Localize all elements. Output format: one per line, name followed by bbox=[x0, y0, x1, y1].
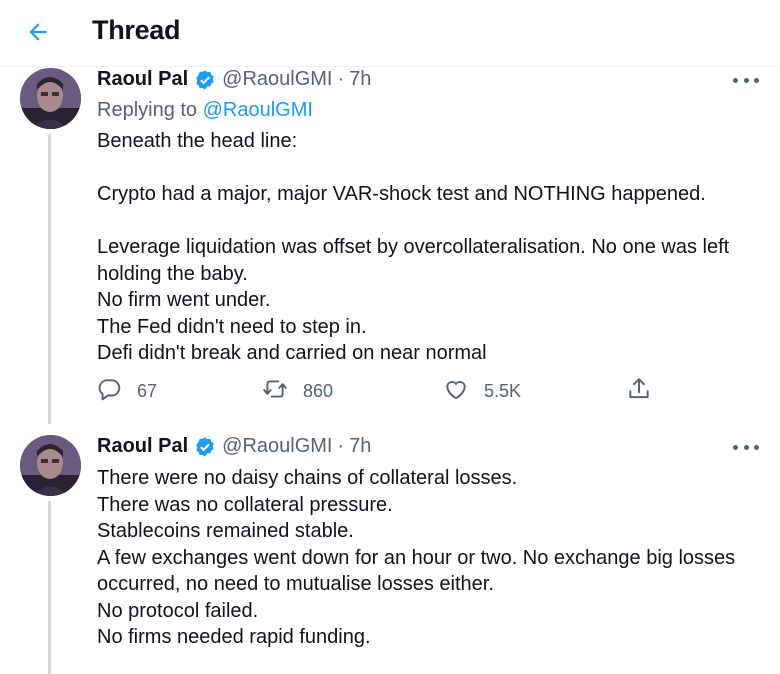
tweet-text-line: Crypto had a major, major VAR-shock test… bbox=[97, 183, 706, 205]
tweet-text: There were no daisy chains of collateral… bbox=[97, 465, 767, 651]
tweet-text-line: Beneath the head line: bbox=[97, 130, 298, 152]
reply-bubble-icon bbox=[96, 376, 122, 407]
tweet-actions: 67 860 5.5K bbox=[96, 376, 666, 406]
more-dots-icon bbox=[743, 444, 749, 450]
author-name[interactable]: Raoul Pal bbox=[97, 435, 188, 458]
more-dots-icon bbox=[733, 444, 738, 450]
tweet-header: Raoul Pal @RaoulGMI · 7h bbox=[97, 68, 371, 91]
verified-badge-icon bbox=[194, 436, 216, 458]
heart-icon bbox=[443, 376, 469, 407]
tweet-text-line: Defi didn't break and carried on near no… bbox=[97, 342, 487, 364]
share-icon bbox=[626, 376, 652, 407]
more-options-button[interactable] bbox=[733, 70, 759, 90]
separator-dot: · bbox=[337, 68, 345, 90]
tweet-text-line bbox=[97, 155, 767, 182]
retweet-button[interactable]: 860 bbox=[262, 376, 333, 407]
thread-connector-line bbox=[48, 501, 51, 674]
tweet-text-line: The Fed didn't need to step in. bbox=[97, 315, 367, 338]
share-button[interactable] bbox=[626, 376, 652, 407]
author-name[interactable]: Raoul Pal bbox=[97, 68, 188, 91]
tweet[interactable]: Raoul Pal @RaoulGMI · 7h There were no d… bbox=[0, 425, 780, 674]
tweet-text-line: No firms needed rapid funding. bbox=[97, 626, 371, 648]
verified-badge-icon bbox=[194, 69, 216, 91]
tweet-text-line: Leverage liquidation was offset by overc… bbox=[97, 236, 730, 258]
tweet[interactable]: Raoul Pal @RaoulGMI · 7h Replying to @Ra… bbox=[0, 0, 780, 425]
more-dots-icon bbox=[754, 444, 759, 450]
tweet-text-line: No protocol failed. bbox=[97, 599, 259, 622]
tweet-text-line: holding the baby. bbox=[97, 262, 248, 285]
reply-count: 67 bbox=[137, 381, 158, 401]
tweet-text-line: There was no collateral pressure. bbox=[97, 493, 393, 516]
retweet-count: 860 bbox=[303, 381, 334, 401]
reply-button[interactable]: 67 bbox=[96, 376, 157, 407]
author-handle[interactable]: @RaoulGMI bbox=[222, 435, 332, 458]
retweet-icon bbox=[262, 376, 288, 407]
like-count: 5.5K bbox=[484, 381, 522, 401]
tweet-text-line: No firm went under. bbox=[97, 289, 271, 311]
timestamp[interactable]: 7h bbox=[349, 435, 371, 458]
separator-dot: · bbox=[337, 435, 345, 457]
replying-to-label: Replying to bbox=[97, 99, 198, 121]
tweet-text-line: occurred, no need to mutualise losses ei… bbox=[97, 573, 494, 595]
tweet-text: Beneath the head line: Crypto had a majo… bbox=[97, 128, 767, 367]
more-dots-icon bbox=[743, 77, 749, 83]
timestamp[interactable]: 7h bbox=[349, 68, 371, 91]
thread-connector-line bbox=[48, 134, 51, 424]
more-dots-icon bbox=[733, 77, 738, 83]
tweet-text-line: A few exchanges went down for an hour or… bbox=[97, 546, 736, 569]
replying-to-handle-link[interactable]: @RaoulGMI bbox=[203, 99, 313, 121]
tweet-header: Raoul Pal @RaoulGMI · 7h bbox=[97, 435, 371, 458]
avatar[interactable] bbox=[20, 68, 81, 129]
more-options-button[interactable] bbox=[733, 437, 759, 457]
like-button[interactable]: 5.5K bbox=[443, 376, 521, 407]
author-handle[interactable]: @RaoulGMI bbox=[222, 68, 332, 91]
tweet-text-line: Stablecoins remained stable. bbox=[97, 520, 354, 542]
tweet-text-line bbox=[97, 208, 767, 235]
tweet-text-line: There were no daisy chains of collateral… bbox=[97, 467, 518, 489]
replying-to: Replying to @RaoulGMI bbox=[97, 99, 313, 122]
avatar[interactable] bbox=[20, 435, 81, 496]
more-dots-icon bbox=[754, 77, 759, 83]
